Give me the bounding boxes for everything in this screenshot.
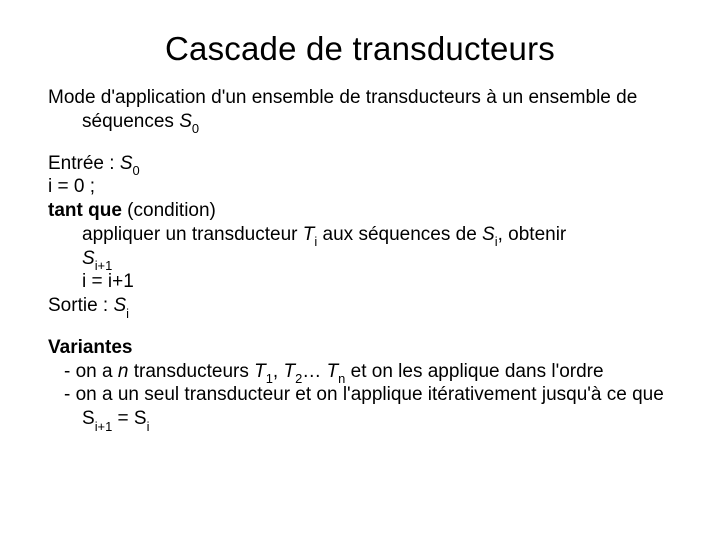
condition-text: (condition) [122, 200, 216, 221]
sub-i: i [314, 234, 317, 249]
sub-two: 2 [295, 371, 302, 386]
ellipsis: … [302, 361, 326, 382]
sub-i: i [495, 234, 498, 249]
i-init-line: i = 0 ; [48, 175, 672, 199]
var1-text-d: l'ordre [551, 361, 603, 382]
intro-line: Mode d'application d'un ensemble de tran… [48, 86, 672, 134]
S-symbol: S [179, 111, 192, 132]
apply-line: appliquer un transducteur Ti aux séquenc… [48, 223, 672, 247]
intro-text-1: Mode d'application d'un ensemble de tran… [48, 87, 523, 108]
variant-2: - on a un seul transducteur et on l'appl… [48, 383, 672, 431]
sortie-label: Sortie : [48, 295, 113, 316]
eq-text: = S [112, 408, 146, 429]
apply-text-3: , obtenir [498, 224, 567, 245]
S-symbol: S [120, 153, 133, 174]
sortie-line: Sortie : Si [48, 294, 672, 318]
n-symbol: n [118, 361, 129, 382]
var1-text-b: transducteurs [128, 361, 254, 382]
S-symbol: S [82, 248, 95, 269]
entree-line: Entrée : S0 [48, 152, 672, 176]
entree-label: Entrée : [48, 153, 120, 174]
S-symbol: S [113, 295, 126, 316]
tantque-keyword: tant que [48, 200, 122, 221]
var2-text-a: - on a un seul transducteur et on l'appl… [64, 384, 537, 405]
sub-i-plus-1: i+1 [95, 258, 113, 273]
tantque-line: tant que (condition) [48, 199, 672, 223]
slide-title: Cascade de transducteurs [48, 30, 672, 68]
T-symbol: T [303, 224, 315, 245]
T-symbol: T [327, 361, 339, 382]
i-incr-line: i = i+1 [48, 270, 672, 294]
sub-n: n [338, 371, 345, 386]
algorithm-block: Entrée : S0 i = 0 ; tant que (condition)… [48, 152, 672, 318]
sub-one: 1 [266, 371, 273, 386]
variantes-heading: Variantes [48, 336, 672, 360]
variantes-label: Variantes [48, 337, 133, 358]
apply-text-2: aux séquences de [317, 224, 482, 245]
sub-zero: 0 [192, 121, 199, 136]
T-symbol: T [254, 361, 266, 382]
variantes-block: Variantes - on a n transducteurs T1, T2…… [48, 336, 672, 431]
result-line: Si+1 [48, 247, 672, 271]
intro-paragraph: Mode d'application d'un ensemble de tran… [48, 86, 672, 134]
sub-zero: 0 [133, 163, 140, 178]
variant-1: - on a n transducteurs T1, T2… Tn et on … [48, 360, 672, 384]
T-symbol: T [283, 361, 295, 382]
var1-text-a: - on a [64, 361, 118, 382]
var1-text-c: et on les applique dans [345, 361, 546, 382]
slide: Cascade de transducteurs Mode d'applicat… [0, 0, 720, 540]
apply-text-1: appliquer un transducteur [82, 224, 297, 245]
sub-i: i [126, 306, 129, 321]
sub-i: i [147, 419, 150, 434]
S-symbol: S [482, 224, 495, 245]
sub-i-plus-1: i+1 [95, 419, 113, 434]
